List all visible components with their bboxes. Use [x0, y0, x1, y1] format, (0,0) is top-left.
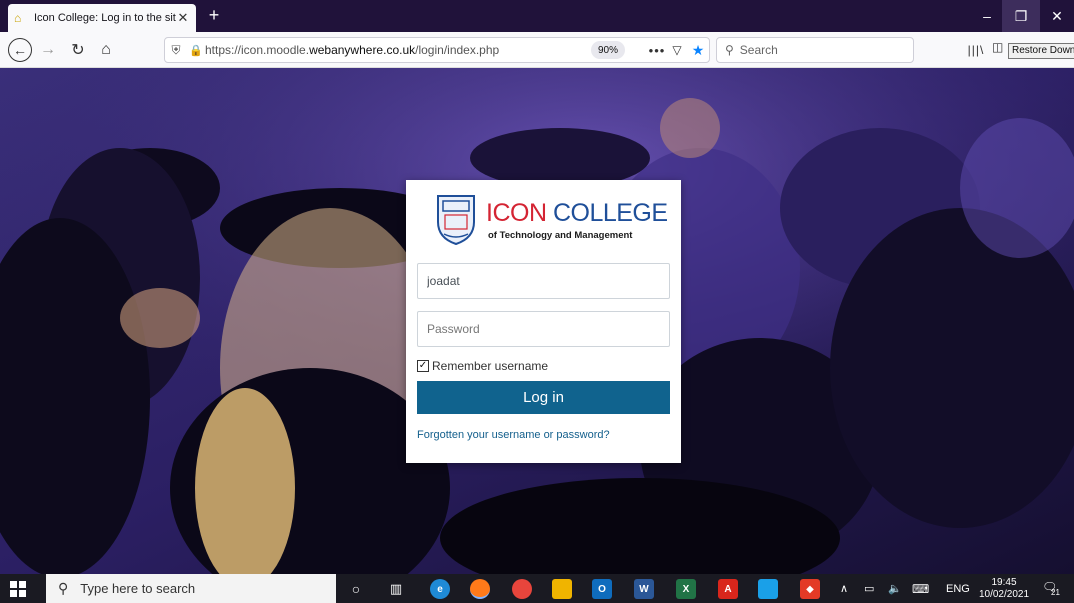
page-background: ICON COLLEGE of Technology and Managemen… [0, 68, 1074, 574]
login-card: ICON COLLEGE of Technology and Managemen… [406, 180, 681, 463]
forgot-password-link[interactable]: Forgotten your username or password? [417, 429, 610, 441]
home-icon[interactable]: ⌂ [96, 38, 116, 62]
close-tab-icon[interactable]: ✕ [176, 10, 190, 26]
edge-browser-icon[interactable]: e [430, 579, 450, 599]
browser-tab-bar: ⌂ Icon College: Log in to the site ✕ + –… [0, 0, 1074, 32]
close-window-icon[interactable]: ✕ [1038, 0, 1074, 32]
clock-date: 10/02/2021 [978, 589, 1030, 600]
remember-username-checkbox[interactable]: ✓ [417, 360, 429, 372]
acrobat-icon[interactable]: A [718, 579, 738, 599]
college-logo: ICON COLLEGE of Technology and Managemen… [434, 192, 668, 250]
network-icon[interactable]: ▭ [864, 574, 874, 603]
remember-username-label: Remember username [432, 359, 549, 373]
notifications-icon[interactable]: 🗨 21 [1042, 580, 1060, 598]
tab-title: Icon College: Log in to the site [34, 12, 176, 24]
college-crest-icon [437, 195, 475, 246]
lock-icon[interactable]: 🔒 [187, 44, 205, 57]
outlook-icon[interactable]: O [592, 579, 612, 599]
excel-icon[interactable]: X [676, 579, 696, 599]
file-explorer-icon[interactable] [552, 579, 572, 599]
college-name: ICON COLLEGE [486, 200, 668, 226]
clock-time: 19:45 [991, 577, 1017, 588]
url-text[interactable]: https://icon.moodle.webanywhere.co.uk/lo… [205, 43, 591, 57]
taskbar-clock[interactable]: 19:45 10/02/2021 [978, 577, 1030, 601]
forward-arrow-icon[interactable]: → [38, 38, 58, 62]
browser-search-input[interactable]: ⚲ Search [716, 37, 914, 63]
volume-icon[interactable]: 🔈 [888, 574, 902, 603]
taskbar-search-placeholder: Type here to search [80, 581, 196, 596]
password-input[interactable] [417, 311, 670, 347]
login-button[interactable]: Log in [417, 381, 670, 414]
search-icon: ⚲ [725, 43, 734, 57]
remember-username-row[interactable]: ✓ Remember username [417, 359, 548, 373]
show-hidden-icons-chevron-icon[interactable]: ∧ [840, 574, 848, 603]
new-tab-plus-icon[interactable]: + [204, 6, 224, 26]
minimize-window-icon[interactable]: – [968, 0, 1006, 32]
app-icon[interactable] [758, 579, 778, 599]
windows-taskbar: ⚲ Type here to search ○ ▥ e O W X A ◆ ∧ … [0, 574, 1074, 603]
chrome-icon[interactable] [512, 579, 532, 599]
word-icon[interactable]: W [634, 579, 654, 599]
logo-name-icon-part: ICON [486, 199, 547, 227]
keyboard-icon[interactable]: ⌨ [912, 574, 929, 603]
college-tagline: of Technology and Management [488, 230, 633, 241]
zoom-level-badge[interactable]: 90% [591, 41, 625, 59]
taskbar-search-box[interactable]: ⚲ Type here to search [46, 574, 336, 603]
firefox-icon[interactable] [470, 579, 490, 599]
tracking-shield-icon[interactable]: ⛨ [165, 43, 187, 58]
language-indicator[interactable]: ENG [946, 574, 970, 603]
restore-window-icon[interactable]: ❐ [1002, 0, 1040, 32]
college-favicon-icon: ⌂ [14, 11, 22, 25]
search-placeholder: Search [739, 43, 778, 57]
address-bar[interactable]: ⛨ 🔒 https://icon.moodle.webanywhere.co.u… [164, 37, 710, 63]
url-path: /login/index.php [415, 43, 500, 57]
notification-count: 21 [1051, 588, 1060, 597]
library-icon[interactable]: |||\ [964, 38, 988, 62]
pocket-icon[interactable]: ▽ [667, 43, 687, 57]
sidebar-icon[interactable]: ◫ [992, 40, 1008, 58]
browser-toolbar: ← → ↻ ⌂ ⛨ 🔒 https://icon.moodle.webanywh… [0, 32, 1074, 68]
browser-tab[interactable]: ⌂ Icon College: Log in to the site ✕ [8, 4, 196, 32]
anydesk-icon[interactable]: ◆ [800, 579, 820, 599]
url-prefix: https://icon.moodle. [205, 43, 310, 57]
username-input[interactable] [417, 263, 670, 299]
back-arrow-icon[interactable]: ← [8, 38, 32, 62]
task-view-icon[interactable]: ▥ [386, 579, 406, 599]
page-actions-ellipsis-icon[interactable]: ••• [647, 43, 667, 58]
search-icon: ⚲ [58, 580, 69, 596]
cortana-icon[interactable]: ○ [346, 579, 366, 599]
windows-start-icon[interactable] [10, 581, 26, 597]
restore-down-tooltip: Restore Down [1008, 43, 1074, 59]
bookmark-star-icon[interactable]: ★ [687, 42, 709, 59]
url-host: webanywhere.co.uk [309, 43, 416, 57]
logo-name-college-part: COLLEGE [552, 199, 668, 227]
reload-icon[interactable]: ↻ [68, 38, 88, 62]
